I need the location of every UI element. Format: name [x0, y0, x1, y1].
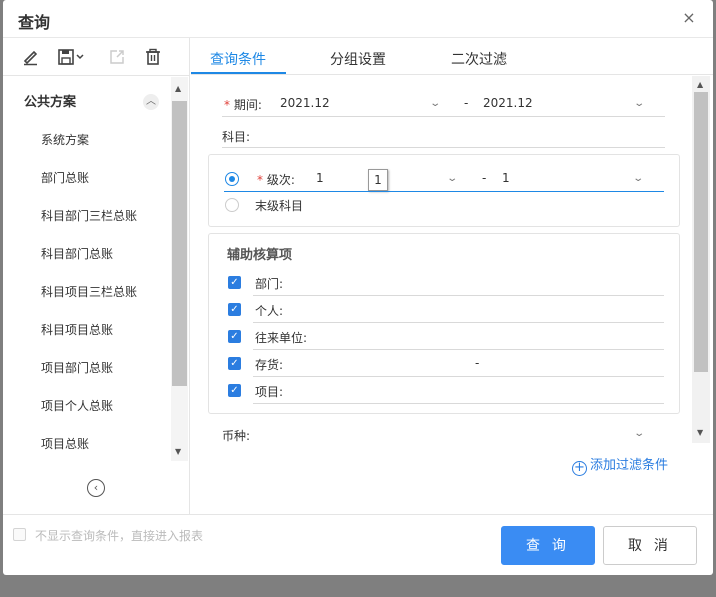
period-from-select[interactable]: 2021.12 [280, 96, 330, 110]
tab-query-conditions[interactable]: 查询条件 [210, 49, 266, 69]
aux-title: 辅助核算项 [227, 248, 293, 263]
period-to-select[interactable]: 2021.12 [483, 96, 533, 110]
query-form: * 期间: 2021.12 ⌄ - 2021.12 ⌄ 科目: * 级次: 1 … [191, 76, 693, 448]
scheme-item[interactable]: 项目部门总账 [41, 359, 113, 376]
currency-label: 币种: [222, 429, 251, 443]
aux-label-project: 项目: [255, 385, 284, 399]
scheme-item[interactable]: 系统方案 [41, 131, 89, 148]
cancel-button[interactable]: 取 消 [603, 526, 697, 565]
aux-checkbox-partner[interactable]: ✓ [228, 330, 241, 343]
aux-label-person: 个人: [255, 304, 284, 318]
aux-checkbox-inventory[interactable]: ✓ [228, 357, 241, 370]
dialog-title: 查询 [18, 13, 51, 32]
aux-label-inventory: 存货: [255, 358, 284, 372]
scheme-item[interactable]: 项目个人总账 [41, 397, 113, 414]
scheme-item[interactable]: 科目部门三栏总账 [41, 207, 137, 224]
aux-checkbox-person[interactable]: ✓ [228, 303, 241, 316]
aux-checkbox-dept[interactable]: ✓ [228, 276, 241, 289]
dialog-titlebar: 查询 × [3, 0, 713, 38]
chevron-down-icon[interactable]: ⌄ [429, 98, 441, 109]
aux-value-inventory[interactable]: - [475, 356, 479, 370]
scheme-item[interactable]: 科目部门总账 [41, 245, 113, 262]
scheme-item[interactable]: 科目项目三栏总账 [41, 283, 137, 300]
level-from-select[interactable]: 1 [316, 171, 324, 185]
add-filter-link[interactable]: + 添加过滤条件 [572, 454, 668, 476]
aux-field-project[interactable] [253, 403, 664, 404]
scheme-list: 公共方案 ︿ 系统方案 部门总账 科目部门三栏总账 科目部门总账 科目项目三栏总… [3, 77, 190, 461]
scroll-up-icon[interactable]: ▲ [175, 84, 181, 93]
save-icon[interactable] [57, 48, 87, 68]
close-icon[interactable]: × [681, 9, 697, 27]
scheme-item[interactable]: 科目项目总账 [41, 321, 113, 338]
aux-label-dept: 部门: [255, 277, 284, 291]
active-tab-indicator [191, 72, 286, 74]
skip-conditions-checkbox[interactable] [13, 528, 26, 541]
tab-secondary-filter[interactable]: 二次过滤 [451, 49, 507, 69]
scheme-group-title: 公共方案 [24, 95, 77, 110]
tab-group-settings[interactable]: 分组设置 [330, 49, 386, 69]
chevron-down-icon[interactable]: ⌄ [446, 173, 458, 184]
level-separator: - [482, 171, 487, 185]
delete-icon[interactable] [144, 48, 162, 68]
aux-field-inventory[interactable] [253, 376, 664, 377]
chevron-down-icon[interactable]: ⌄ [633, 428, 645, 439]
aux-field-dept[interactable] [253, 295, 664, 296]
scrollbar-thumb[interactable] [694, 92, 708, 372]
chevron-up-icon[interactable]: ︿ [143, 94, 159, 110]
aux-label-partner: 往来单位: [255, 331, 308, 345]
subject-field[interactable] [222, 147, 665, 148]
scheme-panel: 公共方案 ︿ 系统方案 部门总账 科目部门三栏总账 科目部门总账 科目项目三栏总… [3, 38, 190, 514]
query-dialog: 查询 × 公共方案 ︿ 系统方案 部门总账 科目部门三栏总账 科目部门总账 科目… [3, 0, 713, 575]
scroll-down-icon[interactable]: ▼ [175, 447, 181, 456]
level-tooltip: 1 [368, 169, 388, 191]
leaf-subject-radio[interactable] [225, 198, 239, 212]
period-separator: - [464, 96, 469, 110]
scheme-scrollbar[interactable]: ▲ ▼ [171, 77, 188, 461]
scheme-item[interactable]: 部门总账 [41, 169, 89, 186]
scheme-toolbar [3, 38, 190, 76]
form-scrollbar[interactable]: ▲ ▼ [692, 76, 710, 443]
scrollbar-thumb[interactable] [172, 101, 187, 386]
chevron-down-icon[interactable]: ⌄ [632, 173, 644, 184]
edit-icon[interactable] [22, 48, 40, 68]
subject-label: 科目: [222, 130, 251, 144]
level-radio[interactable] [225, 172, 239, 186]
query-button[interactable]: 查 询 [501, 526, 595, 565]
leaf-subject-label: 末级科目 [255, 199, 304, 213]
aux-field-partner[interactable] [253, 349, 664, 350]
level-label: * 级次: [257, 173, 295, 187]
collapse-panel-icon[interactable]: ‹ [87, 479, 105, 497]
aux-field-person[interactable] [253, 322, 664, 323]
dialog-footer: 不显示查询条件，直接进入报表 查 询 取 消 [3, 514, 713, 575]
scheme-item[interactable]: 项目总账 [41, 435, 89, 452]
divider [222, 116, 665, 117]
plus-circle-icon: + [572, 461, 587, 476]
export-icon[interactable] [108, 48, 126, 68]
skip-conditions-label: 不显示查询条件，直接进入报表 [35, 529, 204, 543]
period-label: * 期间: [224, 98, 262, 112]
add-filter-label: 添加过滤条件 [590, 458, 669, 473]
level-to-select[interactable]: 1 [502, 171, 510, 185]
level-underline [224, 191, 664, 192]
scroll-up-icon[interactable]: ▲ [697, 80, 703, 89]
chevron-down-icon[interactable]: ⌄ [633, 98, 645, 109]
tab-bar: 查询条件 分组设置 二次过滤 [191, 38, 713, 75]
scroll-down-icon[interactable]: ▼ [697, 428, 703, 437]
aux-checkbox-project[interactable]: ✓ [228, 384, 241, 397]
